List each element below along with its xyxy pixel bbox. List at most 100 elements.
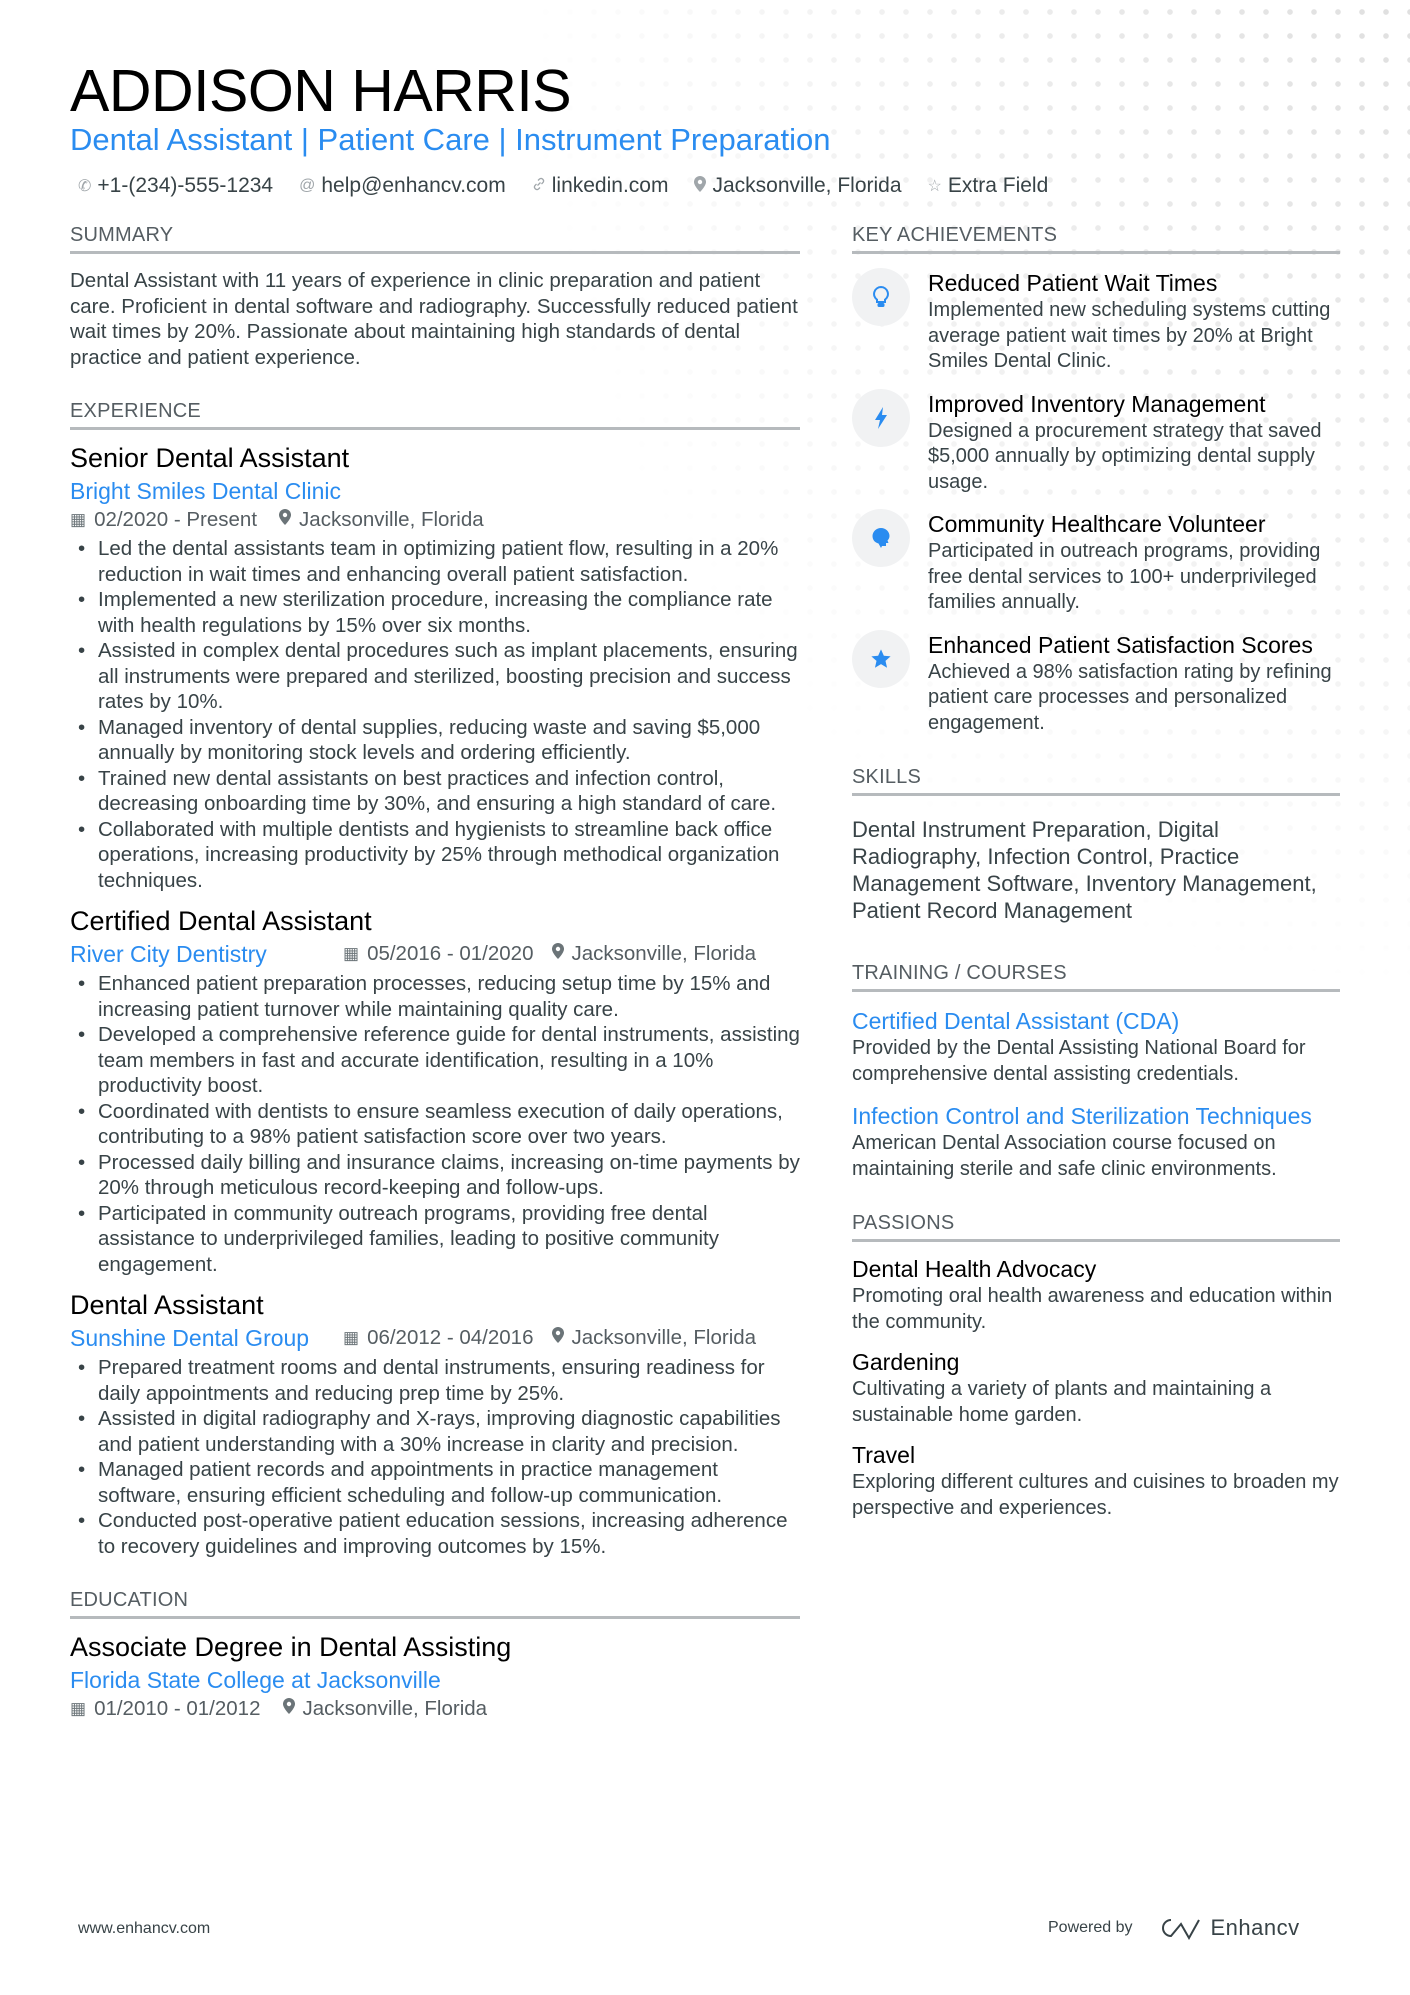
- education-dates: ▦ 01/2010 - 01/2012: [70, 1695, 261, 1723]
- head-brain-icon: [852, 509, 910, 567]
- course-desc: Provided by the Dental Assisting Nationa…: [852, 1037, 1306, 1085]
- education-section: EDUCATION Associate Degree in Dental Ass…: [70, 1589, 800, 1723]
- job-title: Certified Dental Assistant: [70, 906, 372, 936]
- job-bullets: Enhanced patient preparation processes, …: [70, 971, 800, 1277]
- star-icon: [852, 629, 910, 688]
- contact-phone[interactable]: ✆ +1-(234)-555-1234: [78, 174, 273, 198]
- bullet-item: Prepared treatment rooms and dental inst…: [70, 1355, 800, 1406]
- section-heading-education: EDUCATION: [70, 1589, 800, 1619]
- bullet-item: Processed daily billing and insurance cl…: [70, 1150, 800, 1201]
- section-heading-achievements: KEY ACHIEVEMENTS: [852, 224, 1340, 254]
- course-title: Infection Control and Sterilization Tech…: [852, 1103, 1312, 1129]
- contact-extra: ☆ Extra Field: [928, 174, 1049, 198]
- job-entry: Certified Dental Assistant River City De…: [70, 903, 800, 1277]
- job-company: Sunshine Dental Group: [70, 1325, 310, 1351]
- bullet-item: Trained new dental assistants on best pr…: [70, 766, 800, 817]
- achievement-title: Reduced Patient Wait Times: [928, 270, 1218, 296]
- footer-website[interactable]: www.enhancv.com: [78, 1920, 210, 1938]
- contact-email-text: help@enhancv.com: [321, 174, 506, 197]
- candidate-name: ADDISON HARRIS: [70, 58, 572, 124]
- course-desc: American Dental Association course focus…: [852, 1132, 1277, 1180]
- passion-title: Gardening: [852, 1349, 960, 1375]
- contact-location: Jacksonville, Florida: [694, 174, 902, 198]
- achievement-item: Reduced Patient Wait Times Implemented n…: [852, 268, 1340, 375]
- job-location-text: Jacksonville, Florida: [571, 1326, 757, 1349]
- bullet-item: Assisted in digital radiography and X-ra…: [70, 1406, 800, 1457]
- section-heading-passions: PASSIONS: [852, 1212, 1340, 1242]
- training-section: TRAINING / COURSES Certified Dental Assi…: [852, 962, 1340, 1182]
- job-location: Jacksonville, Florida: [279, 506, 484, 534]
- job-title: Dental Assistant: [70, 1290, 264, 1320]
- star-outline-icon: ☆: [927, 178, 942, 195]
- passion-desc: Promoting oral health awareness and educ…: [852, 1285, 1333, 1333]
- job-bullets: Prepared treatment rooms and dental inst…: [70, 1355, 800, 1559]
- passions-section: PASSIONS Dental Health Advocacy Promotin…: [852, 1212, 1340, 1521]
- location-icon: [551, 1324, 564, 1352]
- passion-item: Gardening Cultivating a variety of plant…: [852, 1347, 1340, 1428]
- job-dates-text: 06/2012 - 04/2016: [367, 1326, 534, 1349]
- education-location-text: Jacksonville, Florida: [302, 1697, 488, 1720]
- degree-title: Associate Degree in Dental Assisting: [70, 1632, 512, 1662]
- achievement-item: Improved Inventory Management Designed a…: [852, 388, 1340, 496]
- job-meta: ▦ 02/2020 - Present Jacksonville, Florida: [70, 506, 800, 534]
- location-icon: [694, 175, 707, 197]
- lightning-icon: [852, 388, 910, 447]
- bullet-item: Participated in community outreach progr…: [70, 1201, 800, 1278]
- candidate-title: Dental Assistant | Patient Care | Instru…: [70, 122, 831, 157]
- location-icon: [279, 506, 292, 534]
- left-column: SUMMARY Dental Assistant with 11 years o…: [70, 224, 800, 1745]
- location-icon: [282, 1695, 295, 1723]
- achievement-title: Improved Inventory Management: [928, 390, 1266, 417]
- course-item: Certified Dental Assistant (CDA) Provide…: [852, 1006, 1340, 1087]
- job-dates-text: 02/2020 - Present: [94, 508, 258, 531]
- job-dates: ▦ 05/2016 - 01/2020: [343, 940, 534, 968]
- contact-phone-text: +1-(234)-555-1234: [97, 174, 274, 197]
- job-dates: ▦ 06/2012 - 04/2016: [343, 1324, 534, 1352]
- bullet-item: Developed a comprehensive reference guid…: [70, 1022, 800, 1099]
- passion-title: Travel: [852, 1442, 916, 1468]
- passion-desc: Cultivating a variety of plants and main…: [852, 1378, 1272, 1426]
- bullet-item: Implemented a new sterilization procedur…: [70, 587, 800, 638]
- achievement-desc: Achieved a 98% satisfaction rating by re…: [928, 660, 1332, 734]
- course-title: Certified Dental Assistant (CDA): [852, 1008, 1180, 1034]
- bullet-item: Managed patient records and appointments…: [70, 1457, 800, 1508]
- powered-by-label: Powered by: [1048, 1919, 1133, 1936]
- job-meta: Sunshine Dental Group ▦ 06/2012 - 04/2016…: [70, 1323, 800, 1353]
- job-company: Bright Smiles Dental Clinic: [70, 478, 341, 504]
- passion-title: Dental Health Advocacy: [852, 1256, 1097, 1282]
- footer-powered-by: Powered by Enhancv: [1048, 1915, 1300, 1941]
- section-heading-skills: SKILLS: [852, 766, 1340, 796]
- education-meta: ▦ 01/2010 - 01/2012 Jacksonville, Florida: [70, 1695, 800, 1723]
- passion-item: Dental Health Advocacy Promoting oral he…: [852, 1254, 1340, 1335]
- calendar-icon: ▦: [70, 510, 87, 529]
- job-company: River City Dentistry: [70, 941, 267, 967]
- right-column: KEY ACHIEVEMENTS Reduced Patient Wait Ti…: [852, 224, 1340, 1543]
- job-location: Jacksonville, Florida: [551, 1324, 757, 1352]
- skills-text: Dental Instrument Preparation, Digital R…: [852, 817, 1317, 923]
- job-dates: ▦ 02/2020 - Present: [70, 506, 257, 534]
- bullet-item: Enhanced patient preparation processes, …: [70, 971, 800, 1022]
- education-dates-text: 01/2010 - 01/2012: [94, 1697, 261, 1720]
- phone-icon: ✆: [78, 178, 92, 195]
- contact-linkedin[interactable]: linkedin.com: [532, 174, 669, 198]
- achievement-desc: Participated in outreach programs, provi…: [928, 540, 1321, 613]
- job-location-text: Jacksonville, Florida: [299, 508, 484, 531]
- brand-name: Enhancv: [1210, 1915, 1300, 1940]
- bullet-item: Led the dental assistants team in optimi…: [70, 536, 800, 587]
- contact-linkedin-text: linkedin.com: [551, 174, 669, 197]
- job-meta: River City Dentistry ▦ 05/2016 - 01/2020 …: [70, 939, 800, 969]
- calendar-icon: ▦: [70, 1699, 87, 1718]
- contact-bar: ✆ +1-(234)-555-1234 @ help@enhancv.com l…: [78, 174, 1048, 198]
- enhancv-logo[interactable]: Enhancv: [1157, 1915, 1300, 1941]
- bullet-item: Managed inventory of dental supplies, re…: [70, 715, 800, 766]
- link-icon: [532, 177, 546, 196]
- calendar-icon: ▦: [343, 1328, 360, 1347]
- bullet-item: Collaborated with multiple dentists and …: [70, 817, 800, 894]
- contact-email[interactable]: @ help@enhancv.com: [299, 174, 506, 198]
- course-item: Infection Control and Sterilization Tech…: [852, 1101, 1340, 1182]
- job-dates-text: 05/2016 - 01/2020: [367, 942, 534, 965]
- job-location: Jacksonville, Florida: [551, 940, 756, 968]
- enhancv-logo-icon: [1161, 1919, 1200, 1940]
- section-heading-training: TRAINING / COURSES: [852, 962, 1340, 992]
- location-icon: [551, 940, 564, 968]
